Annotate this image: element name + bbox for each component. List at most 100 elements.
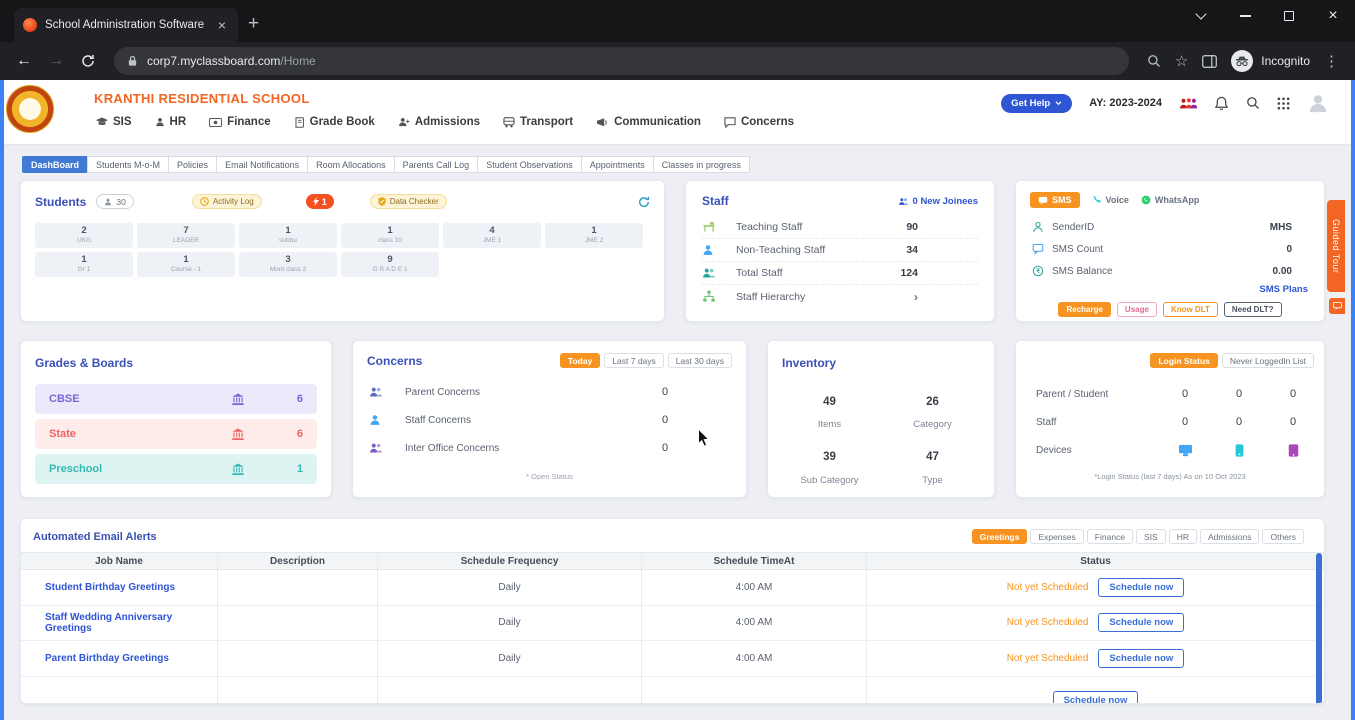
data-checker-chip[interactable]: Data Checker (369, 194, 447, 209)
grade-row-preschool[interactable]: Preschool 1 (35, 454, 317, 484)
nav-item-communication[interactable]: Communication (596, 116, 701, 128)
subnav-tab-policies[interactable]: Policies (168, 156, 218, 173)
class-tile[interactable]: 1 JME 2 (545, 223, 643, 248)
apps-grid-icon[interactable] (1277, 97, 1290, 110)
grade-row-cbse[interactable]: CBSE 6 (35, 384, 317, 414)
filter-greetings[interactable]: Greetings (971, 529, 1028, 544)
job-link[interactable]: Parent Birthday Greetings (21, 641, 218, 676)
sms-plans-link[interactable]: SMS Plans (1032, 284, 1308, 295)
tab-close-icon[interactable]: × (215, 17, 229, 33)
class-tile[interactable]: 4 JME 1 (443, 223, 541, 248)
table-header-row: Job Name Description Schedule Frequency … (21, 552, 1324, 570)
academic-year-selector[interactable]: AY: 2023-2024 (1089, 97, 1162, 109)
bookmark-star-icon[interactable]: ☆ (1175, 54, 1188, 69)
usage-button[interactable]: Usage (1116, 302, 1157, 317)
filter-admissions[interactable]: Admissions (1200, 529, 1260, 544)
staff-row-hierarchy[interactable]: Staff Hierarchy › (702, 285, 978, 308)
search-icon[interactable] (1147, 54, 1161, 68)
nav-item-transport[interactable]: Transport (503, 116, 573, 128)
nav-item-admissions[interactable]: Admissions (398, 116, 480, 128)
mobile-device-icon[interactable] (1224, 443, 1254, 457)
guided-tour-tab[interactable]: Guided Tour (1327, 200, 1345, 292)
table-scrollbar-thumb[interactable] (1316, 553, 1322, 703)
class-tile[interactable]: 1 class 10 (341, 223, 439, 248)
filter-login-status[interactable]: Login Status (1150, 353, 1218, 368)
new-joinees-link[interactable]: 0 New Joinees (898, 196, 978, 207)
window-minimize-button[interactable] (1223, 0, 1267, 32)
sms-row-balance: SMS Balance 0.00 (1032, 260, 1308, 282)
nav-item-sis[interactable]: SIS (96, 116, 132, 128)
subnav-tab-student-observations[interactable]: Student Observations (477, 156, 582, 173)
schedule-now-button[interactable]: Schedule now (1098, 613, 1185, 633)
nav-item-hr[interactable]: HR (155, 116, 186, 128)
tab-voice[interactable]: Voice (1092, 195, 1129, 205)
window-close-button[interactable]: × (1311, 0, 1355, 32)
job-link[interactable]: Student Birthday Greetings (21, 570, 218, 605)
students-title: Students (35, 194, 87, 209)
class-tile[interactable]: 3 Mont class 2 (239, 252, 337, 277)
desktop-device-icon[interactable] (1170, 444, 1200, 457)
schedule-now-button[interactable]: Schedule now (1098, 577, 1185, 597)
header-search-icon[interactable] (1246, 96, 1260, 110)
schedule-now-button[interactable]: Schedule now (1098, 648, 1185, 668)
filter-last-7-days[interactable]: Last 7 days (604, 353, 664, 368)
chevron-right-icon[interactable]: › (914, 290, 918, 304)
filter-today[interactable]: Today (559, 353, 601, 368)
side-panel-icon[interactable] (1202, 54, 1218, 68)
tab-sms[interactable]: SMS (1030, 192, 1080, 208)
feedback-icon[interactable] (1329, 298, 1345, 314)
subnav-tab-classes-in-progress[interactable]: Classes in progress (652, 156, 750, 173)
class-tile[interactable]: 7 LEADER (137, 223, 235, 248)
recharge-button[interactable]: Recharge (1058, 302, 1111, 317)
user-avatar-icon[interactable] (1307, 92, 1329, 114)
address-bar[interactable]: corp7.myclassboard.com/Home (114, 47, 1129, 75)
forward-icon[interactable]: → (42, 47, 70, 75)
tablet-device-icon[interactable] (1278, 443, 1308, 457)
filter-others[interactable]: Others (1262, 529, 1304, 544)
schedule-now-button[interactable]: Schedule now (1052, 691, 1139, 703)
filter-hr[interactable]: HR (1168, 529, 1198, 544)
browser-tab[interactable]: School Administration Software × (14, 8, 238, 42)
know-dlt-button[interactable]: Know DLT (1162, 302, 1218, 317)
job-link[interactable]: Staff Wedding Anniversary Greetings (21, 605, 218, 640)
people-group-icon[interactable] (1179, 97, 1197, 109)
table-scrollbar[interactable] (1316, 552, 1322, 703)
grade-row-state[interactable]: State 6 (35, 419, 317, 449)
refresh-icon[interactable] (638, 196, 650, 208)
new-tab-button[interactable]: + (238, 13, 271, 42)
graduation-cap-icon (96, 117, 108, 127)
back-icon[interactable]: ← (10, 47, 38, 75)
reload-icon[interactable] (74, 47, 102, 75)
class-tile[interactable]: 1 subbu (239, 223, 337, 248)
subnav-tab-dashboard[interactable]: DashBoard (22, 156, 89, 173)
activity-log-chip[interactable]: Activity Log (191, 194, 262, 209)
subnav-tab-room-allocations[interactable]: Room Allocations (307, 156, 395, 173)
filter-never-loggedin[interactable]: Never LoggedIn List (1221, 353, 1314, 368)
class-tile[interactable]: 1 Gr 1 (35, 252, 133, 277)
class-tile[interactable]: 1 Course - 1 (137, 252, 235, 277)
tab-search-chevron-icon[interactable] (1179, 0, 1223, 32)
alert-count-badge[interactable]: 1 (305, 194, 334, 209)
nav-item-concerns[interactable]: Concerns (724, 116, 794, 128)
browser-menu-icon[interactable]: ⋮ (1324, 52, 1339, 70)
filter-last-30-days[interactable]: Last 30 days (667, 353, 732, 368)
subnav-tab-students-mom[interactable]: Students M-o-M (87, 156, 170, 173)
get-help-button[interactable]: Get Help (1001, 93, 1073, 113)
incognito-profile-chip[interactable]: Incognito (1231, 50, 1310, 72)
subnav-tab-parents-call-log[interactable]: Parents Call Log (393, 156, 479, 173)
subnav-tab-appointments[interactable]: Appointments (580, 156, 654, 173)
lock-icon[interactable] (127, 55, 138, 67)
window-maximize-button[interactable] (1267, 0, 1311, 32)
subnav-tab-email-notifications[interactable]: Email Notifications (216, 156, 309, 173)
nav-item-finance[interactable]: Finance (209, 116, 271, 128)
notifications-bell-icon[interactable] (1214, 96, 1229, 111)
org-chart-icon (702, 290, 722, 303)
filter-sis[interactable]: SIS (1136, 529, 1166, 544)
tab-whatsapp[interactable]: WhatsApp (1141, 195, 1199, 205)
need-dlt-button[interactable]: Need DLT? (1223, 302, 1282, 317)
class-tile[interactable]: 2 UKG (35, 223, 133, 248)
nav-item-gradebook[interactable]: Grade Book (294, 116, 375, 128)
filter-expenses[interactable]: Expenses (1030, 529, 1084, 544)
class-tile[interactable]: 9G R A D E 1 (341, 252, 439, 277)
filter-finance[interactable]: Finance (1086, 529, 1134, 544)
